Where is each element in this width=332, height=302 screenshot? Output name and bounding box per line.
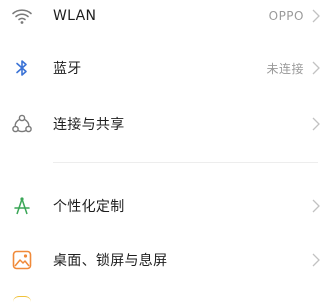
section-divider — [53, 162, 318, 163]
settings-list: WLAN OPPO 蓝牙 未连接 连接与共享 个性化定制 桌面、锁屏与息屏 — [0, 0, 332, 302]
bluetooth-row[interactable]: 蓝牙 未连接 — [0, 40, 332, 96]
brush-icon — [8, 192, 36, 220]
bluetooth-value: 未连接 — [266, 61, 304, 76]
personalization-label: 个性化定制 — [53, 199, 125, 215]
connect-share-label: 连接与共享 — [53, 117, 125, 133]
connect-share-row[interactable]: 连接与共享 — [0, 96, 332, 152]
wlan-label: WLAN — [53, 8, 97, 24]
bluetooth-label: 蓝牙 — [53, 61, 82, 77]
wlan-value: OPPO — [268, 9, 304, 23]
next-row-icon-partial — [13, 296, 31, 302]
desktop-lock-row[interactable]: 桌面、锁屏与息屏 — [0, 232, 332, 288]
wallpaper-icon — [8, 246, 36, 274]
chevron-right-icon — [310, 116, 322, 132]
chevron-right-icon — [310, 60, 322, 76]
chevron-right-icon — [310, 198, 322, 214]
personalization-row[interactable]: 个性化定制 — [0, 178, 332, 234]
chevron-right-icon — [310, 8, 322, 24]
wlan-row[interactable]: WLAN OPPO — [0, 0, 332, 44]
wifi-icon — [8, 2, 36, 30]
chevron-right-icon — [310, 252, 322, 268]
desktop-lock-label: 桌面、锁屏与息屏 — [53, 253, 168, 269]
share-icon — [8, 110, 36, 138]
bluetooth-icon — [8, 54, 36, 82]
